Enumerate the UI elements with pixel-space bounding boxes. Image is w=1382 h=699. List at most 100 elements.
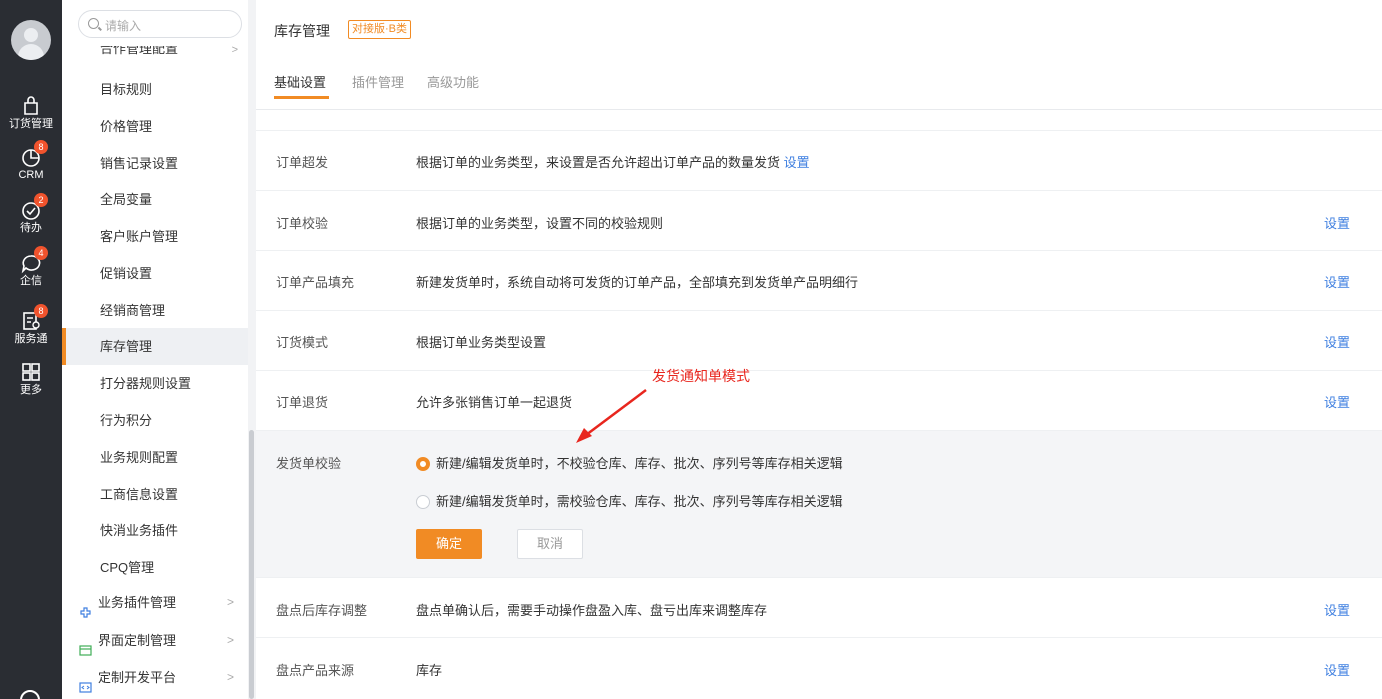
setting-name: 盘点后库存调整 (276, 603, 368, 618)
settings-link[interactable]: 设置 (1324, 213, 1350, 232)
rail-item-service[interactable]: 8 服务通 (0, 304, 62, 346)
cancel-button[interactable]: 取消 (517, 529, 583, 559)
grid-icon (20, 361, 42, 383)
setting-row: 订单超发 根据订单的业务类型，来设置是否允许超出订单产品的数量发货 设置 (256, 130, 1382, 190)
check-circle-icon: 2 (20, 193, 48, 221)
todo-badge: 2 (34, 193, 48, 207)
app-rail: 订货管理 8 CRM 2 待办 4 企信 8 服务通 更多 (0, 0, 62, 699)
service-doc-icon: 8 (20, 304, 48, 332)
chart-pie-icon: 8 (20, 140, 48, 168)
chat-badge: 4 (34, 246, 48, 260)
setting-name: 订单退货 (276, 395, 329, 410)
setting-desc: 允许多张销售订单一起退货 (416, 395, 573, 410)
version-tag: 对接版·B类 (348, 20, 411, 39)
tab-basic-settings[interactable]: 基础设置 (274, 72, 326, 91)
setting-desc: 库存 (416, 663, 443, 678)
rail-item-more[interactable]: 更多 (0, 361, 62, 397)
setting-name: 订单产品填充 (276, 275, 355, 290)
chevron-right-icon: > (226, 595, 234, 609)
sidebar-item[interactable]: 行为积分 (62, 402, 248, 439)
sidebar-group-ui[interactable]: 界面定制管理 > (62, 622, 248, 659)
rail-item-label: 待办 (20, 222, 42, 234)
page-title: 库存管理 (274, 23, 330, 39)
setting-name: 订单校验 (276, 216, 329, 231)
sidebar-item[interactable]: 经销商管理 (62, 292, 248, 329)
rail-item-label: CRM (18, 169, 44, 181)
sidebar-group-label: 业务插件管理 (98, 595, 177, 610)
setting-desc: 新建发货单时，系统自动将可发货的订单产品，全部填充到发货单产品明细行 (416, 275, 859, 290)
setting-row: 盘点后库存调整 盘点单确认后，需要手动操作盘盈入库、盘亏出库来调整库存 设置 (256, 577, 1382, 637)
setting-row: 订货模式 根据订单业务类型设置 设置 (256, 310, 1382, 370)
sidebar-group-plugins[interactable]: 业务插件管理 > (62, 584, 248, 621)
settings-link[interactable]: 设置 (1324, 600, 1350, 619)
confirm-button[interactable]: 确定 (416, 529, 482, 559)
setting-desc: 根据订单业务类型设置 (416, 335, 547, 350)
setting-desc: 根据订单的业务类型，来设置是否允许超出订单产品的数量发货 设置 (416, 155, 810, 170)
sidebar-group-dev[interactable]: 定制开发平台 > (62, 659, 248, 696)
sidebar-scroll-thumb[interactable] (249, 430, 254, 699)
sidebar-item[interactable]: 价格管理 (62, 108, 248, 145)
sidebar-item[interactable]: 业务规则配置 (62, 439, 248, 476)
rail-item-label: 企信 (20, 275, 42, 287)
code-icon (79, 671, 92, 693)
sidebar-item[interactable]: 销售记录设置 (62, 145, 248, 182)
radio-option-check[interactable]: 新建/编辑发货单时，需校验仓库、库存、批次、序列号等库存相关逻辑 (416, 491, 843, 510)
sidebar-item-active[interactable]: 库存管理 (62, 328, 248, 365)
setting-desc: 盘点单确认后，需要手动操作盘盈入库、盘亏出库来调整库存 (416, 603, 768, 618)
setting-row: 订单校验 根据订单的业务类型，设置不同的校验规则 设置 (256, 190, 1382, 250)
radio-checked-icon[interactable] (416, 457, 430, 471)
sidebar-item[interactable]: 促销设置 (62, 255, 248, 292)
chevron-right-icon: > (226, 633, 234, 647)
sidebar-item[interactable]: 快消业务插件 (62, 512, 248, 549)
service-badge: 8 (34, 304, 48, 318)
tab-advanced[interactable]: 高级功能 (427, 72, 479, 91)
annotation-arrow-icon (576, 389, 647, 443)
sidebar-search-input[interactable]: 请输入 (78, 10, 242, 38)
tab-plugin-management[interactable]: 插件管理 (352, 72, 404, 91)
sidebar-group-label: 界面定制管理 (98, 633, 177, 648)
sidebar-item[interactable]: CPQ管理 (62, 549, 248, 586)
setting-row: 订单退货 允许多张销售订单一起退货 设置 (256, 370, 1382, 430)
settings-sidebar: 请输入 合作管理配置 > 目标规则 价格管理 销售记录设置 全局变量 客户账户管… (62, 0, 248, 699)
rail-item-label: 订货管理 (9, 118, 53, 130)
sidebar-item[interactable]: 工商信息设置 (62, 476, 248, 513)
plugin-icon (79, 596, 92, 618)
radio-unchecked-icon[interactable] (416, 495, 430, 509)
sidebar-group-label: 定制开发平台 (98, 670, 177, 685)
avatar[interactable] (11, 20, 51, 60)
rail-item-label: 服务通 (14, 333, 48, 345)
page-header: 库存管理 对接版·B类 基础设置 插件管理 高级功能 (256, 0, 1382, 110)
main-panel: 库存管理 对接版·B类 基础设置 插件管理 高级功能 订单超发 根据订单的业务类… (256, 0, 1382, 699)
setting-name: 订单超发 (276, 155, 329, 170)
chevron-right-icon: > (226, 670, 234, 684)
inline-settings-link[interactable]: 设置 (784, 155, 810, 170)
setting-row: 盘点产品来源 库存 设置 (256, 637, 1382, 699)
active-tab-indicator (274, 96, 329, 99)
crm-badge: 8 (34, 140, 48, 154)
setting-desc: 根据订单的业务类型，设置不同的校验规则 (416, 216, 664, 231)
sidebar-item-partial[interactable]: 合作管理配置 (100, 46, 220, 60)
rail-item-chat[interactable]: 4 企信 (0, 246, 62, 288)
rail-item-crm[interactable]: 8 CRM (0, 140, 62, 182)
search-icon (88, 18, 99, 29)
annotation-label: 发货通知单模式 (652, 368, 750, 384)
setting-row-expanded: 发货单校验 新建/编辑发货单时，不校验仓库、库存、批次、序列号等库存相关逻辑 新… (256, 430, 1382, 577)
settings-link[interactable]: 设置 (1324, 392, 1350, 411)
settings-link[interactable]: 设置 (1324, 272, 1350, 291)
help-icon[interactable] (20, 690, 40, 699)
sidebar-item[interactable]: 全局变量 (62, 181, 248, 218)
chevron-right-icon: > (231, 44, 238, 56)
setting-name: 发货单校验 (276, 456, 342, 471)
setting-name: 盘点产品来源 (276, 663, 355, 678)
setting-row: 订单产品填充 新建发货单时，系统自动将可发货的订单产品，全部填充到发货单产品明细… (256, 250, 1382, 310)
settings-link[interactable]: 设置 (1324, 660, 1350, 679)
sidebar-item[interactable]: 目标规则 (62, 71, 248, 108)
rail-item-todo[interactable]: 2 待办 (0, 193, 62, 235)
chat-bubble-icon: 4 (20, 246, 48, 274)
search-placeholder: 请输入 (105, 19, 142, 33)
settings-link[interactable]: 设置 (1324, 332, 1350, 351)
radio-option-no-check[interactable]: 新建/编辑发货单时，不校验仓库、库存、批次、序列号等库存相关逻辑 (416, 453, 843, 472)
sidebar-item[interactable]: 客户账户管理 (62, 218, 248, 255)
rail-item-order[interactable]: 订货管理 (0, 95, 62, 131)
sidebar-item[interactable]: 打分器规则设置 (62, 365, 248, 402)
